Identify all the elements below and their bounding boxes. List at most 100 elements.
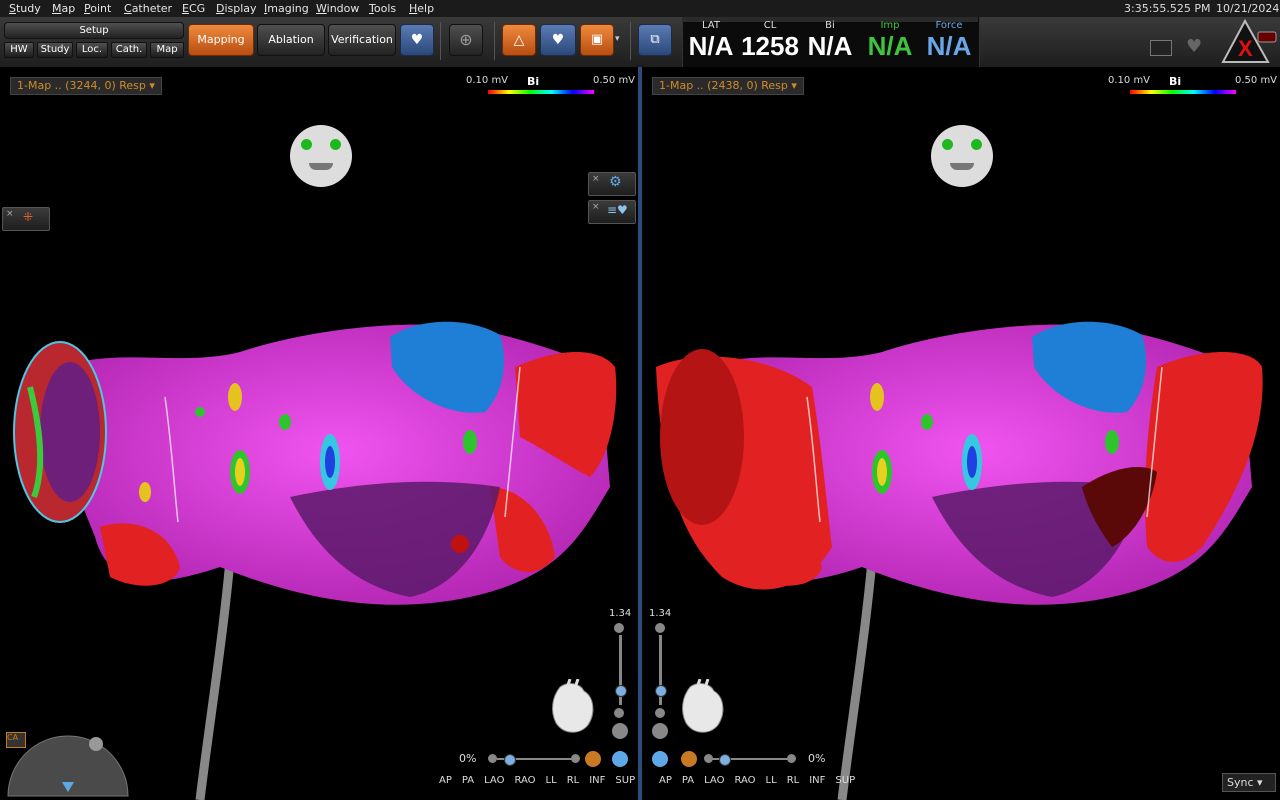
heart-plus-button[interactable]: ♥ xyxy=(400,24,434,56)
view-lao-left[interactable]: LAO xyxy=(484,775,504,786)
view-pa-right[interactable]: PA xyxy=(682,775,694,786)
view-inf-right[interactable]: INF xyxy=(809,775,825,786)
map-selector-left[interactable]: 1-Map .. (3244, 0) Resp ▾ xyxy=(10,77,162,95)
screens-button[interactable]: ⧉ xyxy=(638,24,672,56)
opacity-slider-knob-left[interactable] xyxy=(504,754,516,766)
rotate-toggle-left[interactable] xyxy=(612,751,628,767)
compass-icon: ⊕ xyxy=(459,30,473,49)
folder-button[interactable]: ▣ xyxy=(580,24,614,56)
view-sup-right[interactable]: SUP xyxy=(835,775,855,786)
menu-study[interactable]: Study xyxy=(9,2,41,15)
catheter-icon: △ xyxy=(513,32,525,48)
view-ll-right[interactable]: LL xyxy=(766,775,777,786)
menu-catheter[interactable]: Catheter xyxy=(124,2,172,15)
heart-view-icon: ♥ xyxy=(551,32,565,48)
setup-loc-button[interactable]: Loc. xyxy=(76,42,108,58)
voltage-scale-bar-right[interactable] xyxy=(1130,90,1236,94)
view-ll-left[interactable]: LL xyxy=(546,775,557,786)
menu-ecg[interactable]: ECG xyxy=(182,2,205,15)
heart-plus-icon: ♥ xyxy=(410,32,424,48)
setup-cath-button[interactable]: Cath. xyxy=(111,42,147,58)
menu-point[interactable]: Point xyxy=(84,2,111,15)
heart-view-button[interactable]: ♥ xyxy=(540,24,576,56)
imp-label: Imp xyxy=(880,20,900,31)
filter-icon: ≡♥ xyxy=(607,203,628,217)
view-rao-left[interactable]: RAO xyxy=(514,775,535,786)
view-rl-left[interactable]: RL xyxy=(567,775,580,786)
view-rl-right[interactable]: RL xyxy=(787,775,800,786)
heart-toggle-button-right[interactable] xyxy=(652,723,668,739)
view-presets-right: AP PA LAO RAO LL RL INF SUP xyxy=(659,775,865,786)
zoom-out-button-left[interactable] xyxy=(614,708,624,718)
setup-study-button[interactable]: Study xyxy=(37,42,73,58)
menu-help[interactable]: Help xyxy=(409,2,434,15)
scale-min-left: 0.10 mV xyxy=(466,75,509,86)
scale-max-left: 0.50 mV xyxy=(593,75,636,86)
view-pa-left[interactable]: PA xyxy=(462,775,474,786)
force-value: N/A xyxy=(926,31,972,61)
rotate-toggle-right[interactable] xyxy=(652,751,668,767)
opacity-minus-left[interactable] xyxy=(488,754,497,763)
setup-hw-button[interactable]: HW xyxy=(4,42,34,58)
heart-orientation-icon[interactable] xyxy=(680,679,728,737)
setup-map-button[interactable]: Map xyxy=(150,42,184,58)
zoom-in-button-right[interactable] xyxy=(655,623,665,633)
surface-toggle-right[interactable] xyxy=(681,751,697,767)
map-view-right[interactable]: 1-Map .. (2438, 0) Resp ▾ 0.10 mV Bi 0.5… xyxy=(642,67,1280,800)
setup-button[interactable]: Setup xyxy=(4,22,184,39)
points-tool[interactable]: × ⁜ xyxy=(2,207,50,231)
view-presets-left: AP PA LAO RAO LL RL INF SUP xyxy=(439,775,638,786)
zoom-slider-knob-right[interactable] xyxy=(655,685,667,697)
compass-button[interactable]: ⊕ xyxy=(449,24,483,56)
settings-tool[interactable]: × ⚙ xyxy=(588,172,636,196)
opacity-plus-left[interactable] xyxy=(571,754,580,763)
ablation-tab[interactable]: Ablation xyxy=(257,24,325,56)
opacity-slider-knob-right[interactable] xyxy=(719,754,731,766)
monitor-icon xyxy=(1150,40,1172,56)
voltage-scale-bar-left[interactable] xyxy=(488,90,594,94)
view-ap-right[interactable]: AP xyxy=(659,775,672,786)
menu-tools[interactable]: Tools xyxy=(369,2,396,15)
menu-imaging[interactable]: Imaging xyxy=(264,2,309,15)
view-lao-right[interactable]: LAO xyxy=(704,775,724,786)
low-voltage-region-right xyxy=(1145,352,1263,562)
mapping-tab[interactable]: Mapping xyxy=(188,24,254,56)
surface-toggle-left[interactable] xyxy=(585,751,601,767)
zoom-value-right: 1.34 xyxy=(649,608,672,619)
force-label: Force xyxy=(935,20,963,31)
opacity-percent-right: 0% xyxy=(808,752,826,765)
menu-window[interactable]: Window xyxy=(316,2,359,15)
view-inf-left[interactable]: INF xyxy=(589,775,605,786)
scale-max-right: 0.50 mV xyxy=(1235,75,1278,86)
bi-label: Bi xyxy=(825,20,835,31)
view-sup-left[interactable]: SUP xyxy=(615,775,635,786)
heart-status-icon: ♥ xyxy=(1186,36,1203,57)
heart-orientation-icon[interactable] xyxy=(550,679,598,737)
navigator-wheel[interactable] xyxy=(6,730,136,800)
menu-display[interactable]: Display xyxy=(216,2,257,15)
catheter-button[interactable]: △ xyxy=(502,24,536,56)
orientation-face-left xyxy=(290,125,352,187)
verification-tab[interactable]: Verification xyxy=(328,24,396,56)
orientation-face-right xyxy=(931,125,993,187)
folder-icon: ▣ xyxy=(590,32,604,47)
filter-tool[interactable]: × ≡♥ xyxy=(588,200,636,224)
lat-label: LAT xyxy=(702,20,720,31)
zoom-slider-knob-left[interactable] xyxy=(615,685,627,697)
map-selector-right[interactable]: 1-Map .. (2438, 0) Resp ▾ xyxy=(652,77,804,95)
menu-map[interactable]: Map xyxy=(52,2,75,15)
toolbar-divider xyxy=(494,22,495,60)
heart-toggle-button-left[interactable] xyxy=(612,723,628,739)
opacity-plus-right[interactable] xyxy=(787,754,796,763)
zoom-out-button-right[interactable] xyxy=(655,708,665,718)
sync-dropdown[interactable]: Sync ▾ xyxy=(1222,773,1276,792)
toolbar-divider xyxy=(630,22,631,60)
view-rao-right[interactable]: RAO xyxy=(734,775,755,786)
cl-label: CL xyxy=(763,20,777,31)
scale-min-right: 0.10 mV xyxy=(1108,75,1151,86)
zoom-in-button-left[interactable] xyxy=(614,623,624,633)
opacity-percent-left: 0% xyxy=(459,752,477,765)
map-view-left[interactable]: 1-Map .. (3244, 0) Resp ▾ 0.10 mV Bi 0.5… xyxy=(0,67,638,800)
chevron-down-icon[interactable]: ▾ xyxy=(615,34,620,44)
view-ap-left[interactable]: AP xyxy=(439,775,452,786)
